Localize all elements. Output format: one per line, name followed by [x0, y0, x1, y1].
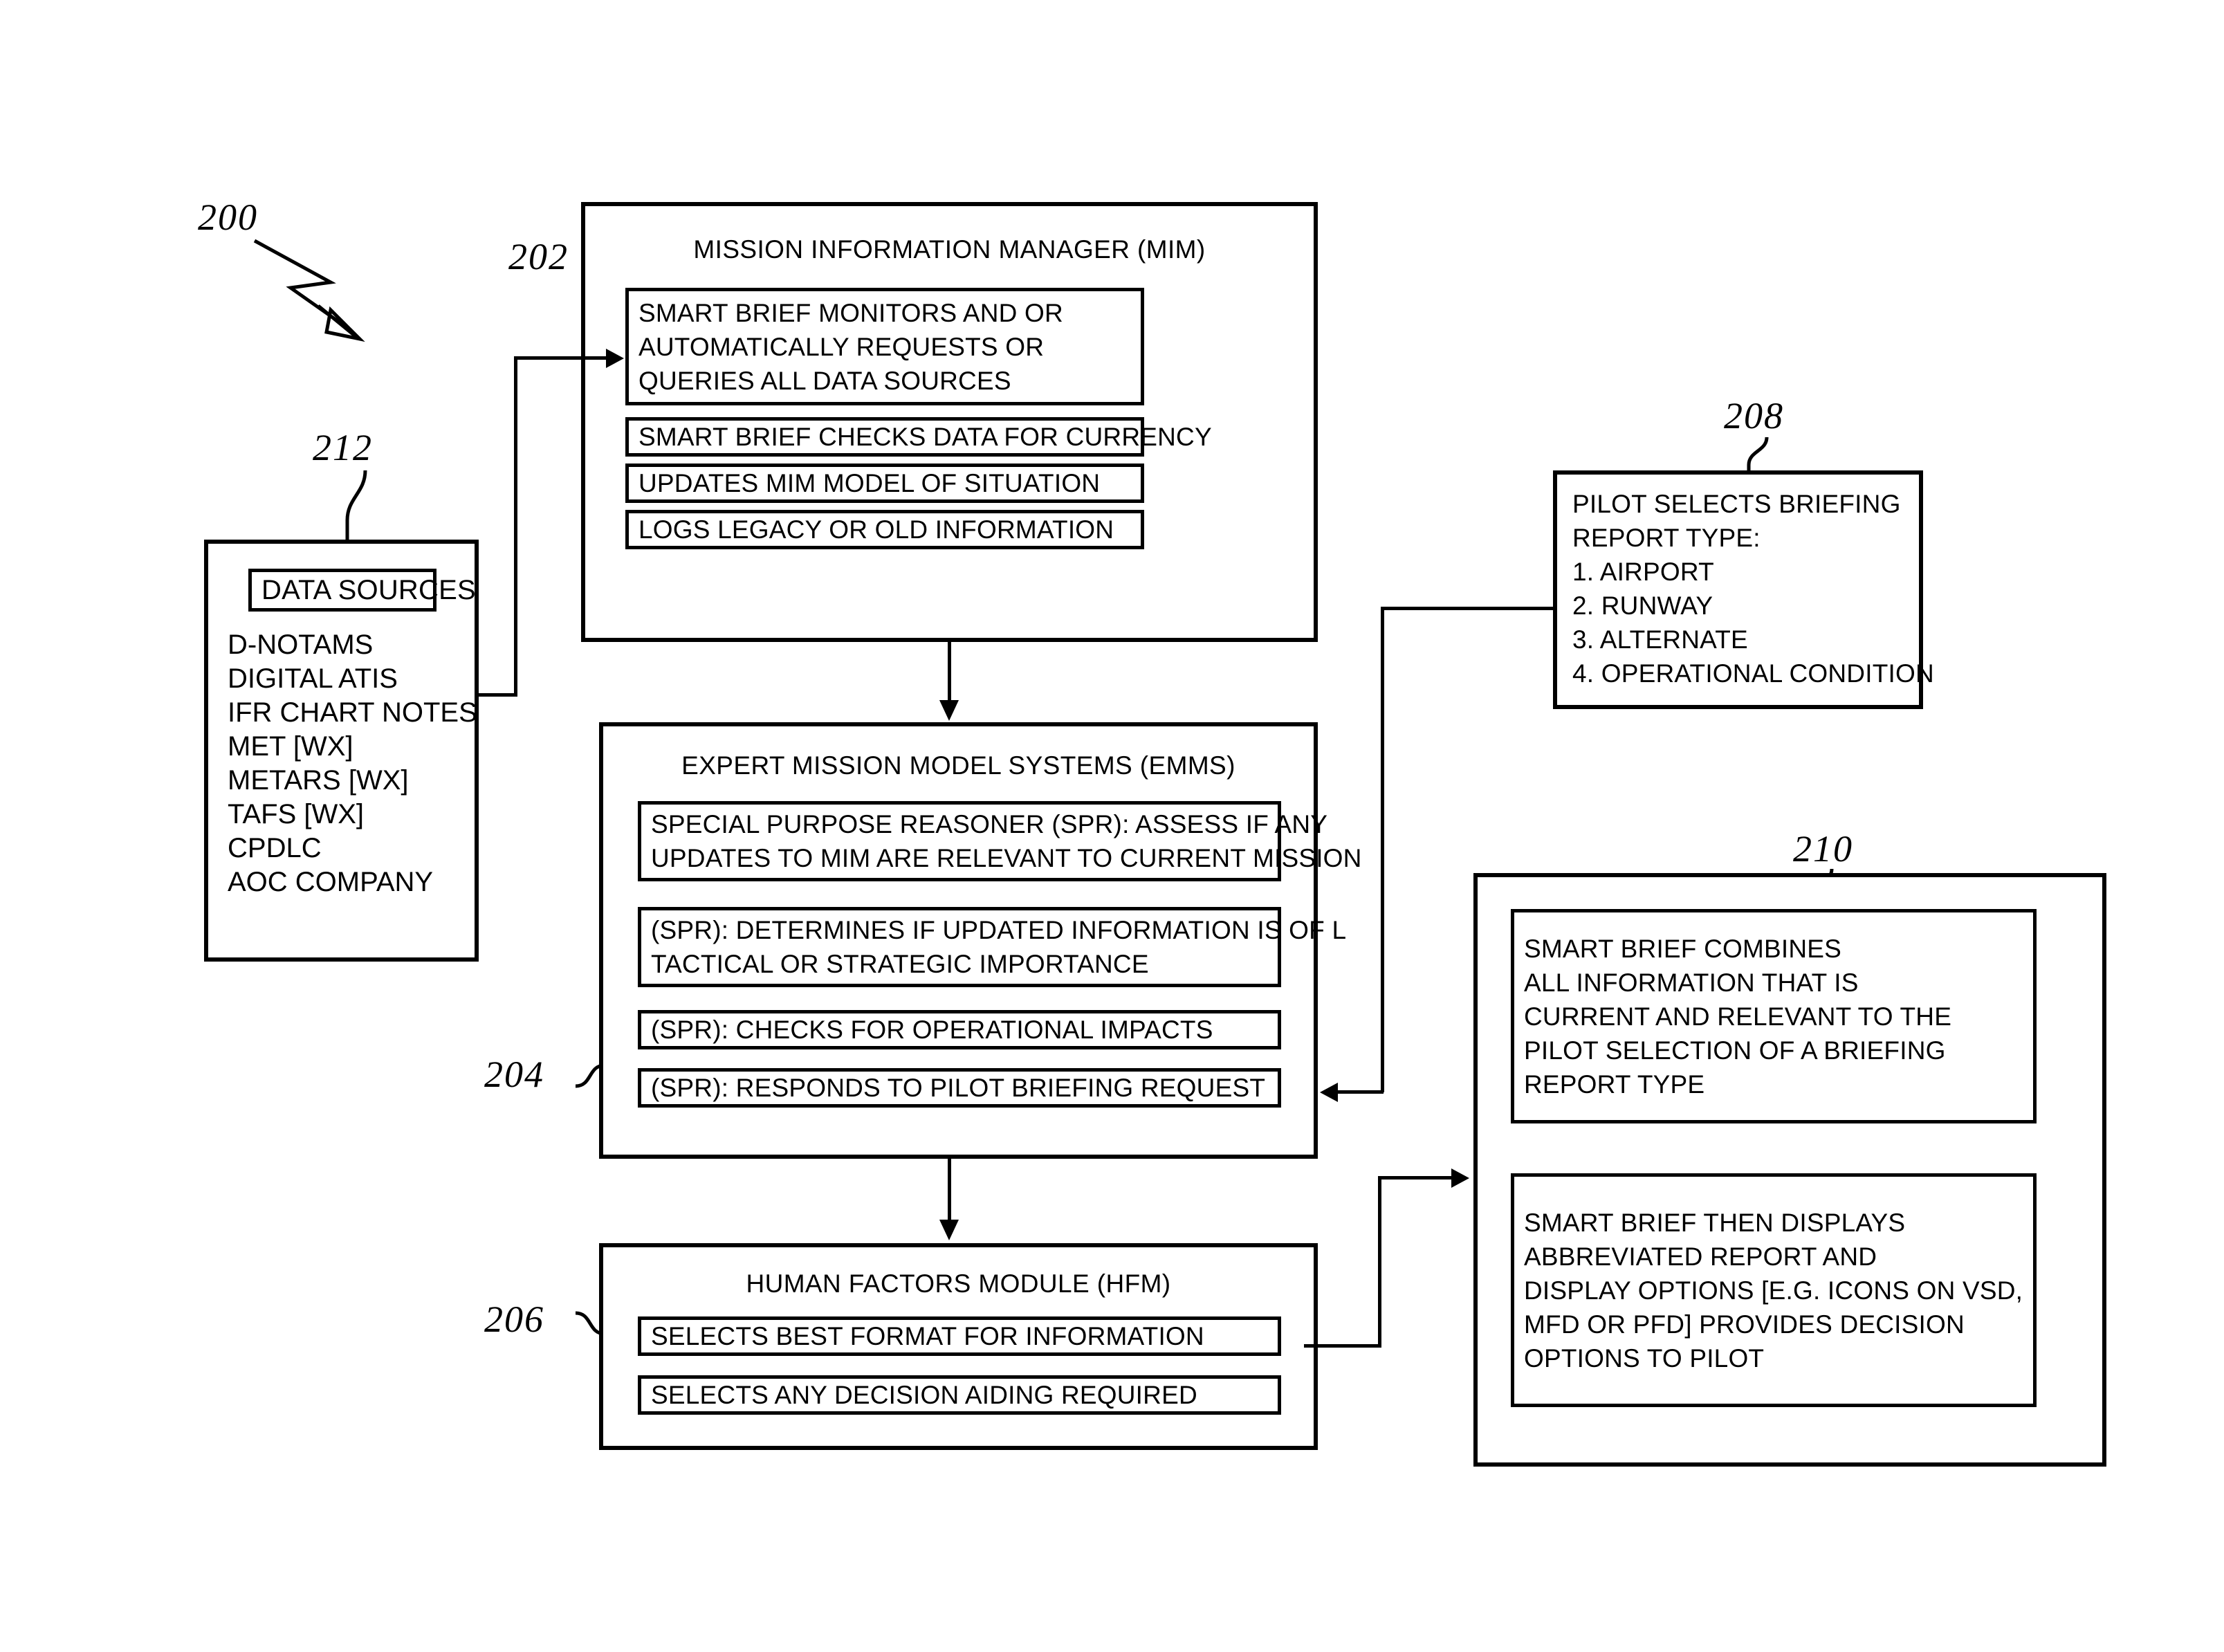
text-line: PILOT SELECTION OF A BRIEFING — [1524, 1036, 1946, 1065]
mim-step-2: SMART BRIEF CHECKS DATA FOR CURRENCY — [625, 417, 1212, 457]
text-line: SPECIAL PURPOSE REASONER (SPR): ASSESS I… — [651, 810, 1328, 838]
list-item: MET [WX] — [228, 731, 353, 762]
expert-mission-model-systems-box: EXPERT MISSION MODEL SYSTEMS (EMMS) SPEC… — [599, 722, 1361, 1159]
smart-brief-combines-text: SMART BRIEF COMBINES ALL INFORMATION THA… — [1514, 932, 2033, 1101]
mim-step-3: UPDATES MIM MODEL OF SITUATION — [625, 464, 1144, 503]
mim-step-4-text: LOGS LEGACY OR OLD INFORMATION — [638, 515, 1114, 544]
text-line: SMART BRIEF MONITORS AND OR — [638, 298, 1063, 327]
list-item: METARS [WX] — [228, 765, 409, 796]
list-item: CPDLC — [228, 833, 322, 863]
connector-mim-to-emms — [948, 642, 951, 703]
emms-step-3-text: (SPR): CHECKS FOR OPERATIONAL IMPACTS — [651, 1016, 1213, 1044]
connector-hfm-to-smartbrief-seg1 — [1304, 1344, 1381, 1348]
pilot-select-text: PILOT SELECTS BRIEFING REPORT TYPE: 1. A… — [1572, 487, 1934, 690]
emms-title: EXPERT MISSION MODEL SYSTEMS (EMMS) — [681, 751, 1235, 780]
text-line: PILOT SELECTS BRIEFING — [1572, 490, 1901, 518]
connector-hfm-to-smartbrief-seg2 — [1378, 1176, 1381, 1348]
mim-step-1: SMART BRIEF MONITORS AND OR AUTOMATICALL… — [625, 288, 1144, 405]
list-item: IFR CHART NOTES — [228, 697, 477, 728]
hfm-step-1-text: SELECTS BEST FORMAT FOR INFORMATION — [651, 1322, 1204, 1350]
text-line: (SPR): DETERMINES IF UPDATED INFORMATION… — [651, 916, 1347, 944]
text-line: ALL INFORMATION THAT IS — [1524, 968, 1859, 997]
ref-numeral-206: 206 — [484, 1298, 544, 1340]
text-line: OPTIONS TO PILOT — [1524, 1343, 1765, 1373]
text-line: QUERIES ALL DATA SOURCES — [638, 366, 1011, 395]
text-line: UPDATES TO MIM ARE RELEVANT TO CURRENT M… — [651, 844, 1362, 872]
emms-step-2: (SPR): DETERMINES IF UPDATED INFORMATION… — [638, 907, 1346, 987]
mission-information-manager-box: MISSION INFORMATION MANAGER (MIM) SMART … — [581, 202, 1318, 642]
text-line: SMART BRIEF THEN DISPLAYS — [1524, 1208, 1906, 1237]
connector-pilotselect-to-emms-seg3 — [1335, 1090, 1384, 1094]
arrow-emms-to-hfm — [939, 1220, 959, 1240]
arrow-hfm-to-smartbrief — [1451, 1168, 1469, 1188]
emms-step-4-text: (SPR): RESPONDS TO PILOT BRIEFING REQUES… — [651, 1074, 1266, 1102]
connector-pilotselect-to-emms-seg1 — [1381, 607, 1555, 610]
ref-numeral-208: 208 — [1724, 395, 1784, 437]
leader-line-212 — [345, 470, 367, 541]
pilot-selects-briefing-box: PILOT SELECTS BRIEFING REPORT TYPE: 1. A… — [1553, 470, 1934, 709]
arrow-datasources-to-mim — [606, 349, 624, 368]
mim-step-1-text: SMART BRIEF MONITORS AND OR AUTOMATICALL… — [629, 296, 1141, 398]
text-line: AUTOMATICALLY REQUESTS OR — [638, 332, 1045, 361]
data-sources-heading-box: DATA SOURCES — [248, 569, 476, 612]
text-line: CURRENT AND RELEVANT TO THE — [1524, 1002, 1952, 1031]
emms-step-1: SPECIAL PURPOSE REASONER (SPR): ASSESS I… — [638, 801, 1361, 881]
emms-step-3: (SPR): CHECKS FOR OPERATIONAL IMPACTS — [638, 1010, 1281, 1049]
text-line: TACTICAL OR STRATEGIC IMPORTANCE — [651, 950, 1149, 978]
human-factors-module-box: HUMAN FACTORS MODULE (HFM) SELECTS BEST … — [599, 1243, 1318, 1450]
text-line: 3. ALTERNATE — [1572, 625, 1748, 654]
list-item: TAFS [WX] — [228, 799, 365, 829]
text-line: 1. AIRPORT — [1572, 558, 1714, 586]
data-sources-list: D-NOTAMS DIGITAL ATIS IFR CHART NOTES ME… — [228, 628, 477, 899]
text-line: REPORT TYPE — [1524, 1070, 1705, 1099]
list-item: D-NOTAMS — [228, 630, 374, 660]
list-item: DIGITAL ATIS — [228, 663, 398, 694]
text-line: 2. RUNWAY — [1572, 591, 1713, 620]
mim-step-4: LOGS LEGACY OR OLD INFORMATION — [625, 510, 1144, 549]
smart-brief-displays-box: SMART BRIEF THEN DISPLAYS ABBREVIATED RE… — [1511, 1173, 2037, 1407]
text-line: 4. OPERATIONAL CONDITION — [1572, 659, 1934, 688]
connector-pilotselect-to-emms-seg2 — [1381, 607, 1384, 1092]
text-line: DISPLAY OPTIONS [E.G. ICONS ON VSD, — [1524, 1276, 2023, 1305]
data-sources-box: DATA SOURCES D-NOTAMS DIGITAL ATIS IFR C… — [204, 540, 479, 962]
emms-step-2-text: (SPR): DETERMINES IF UPDATED INFORMATION… — [641, 913, 1346, 981]
ref-numeral-210: 210 — [1793, 828, 1853, 870]
mim-title: MISSION INFORMATION MANAGER (MIM) — [693, 235, 1206, 264]
list-item: AOC COMPANY — [228, 867, 434, 897]
hfm-step-2: SELECTS ANY DECISION AIDING REQUIRED — [638, 1375, 1281, 1415]
mim-step-3-text: UPDATES MIM MODEL OF SITUATION — [638, 469, 1101, 497]
figure-lead-arrow — [253, 239, 365, 342]
text-line: MFD OR PFD] PROVIDES DECISION — [1524, 1310, 1965, 1339]
text-line: REPORT TYPE: — [1572, 524, 1761, 552]
smart-brief-output-box: SMART BRIEF COMBINES ALL INFORMATION THA… — [1473, 873, 2106, 1467]
arrow-pilotselect-to-emms — [1320, 1083, 1338, 1102]
smart-brief-displays-text: SMART BRIEF THEN DISPLAYS ABBREVIATED RE… — [1514, 1206, 2033, 1375]
data-sources-heading: DATA SOURCES — [261, 574, 476, 605]
connector-emms-to-hfm — [948, 1159, 951, 1221]
arrow-mim-to-emms — [939, 700, 959, 721]
connector-datasources-to-mim-seg2 — [514, 356, 517, 697]
text-line: ABBREVIATED REPORT AND — [1524, 1242, 1877, 1271]
ref-numeral-204: 204 — [484, 1054, 544, 1095]
text-line: SMART BRIEF COMBINES — [1524, 934, 1842, 963]
hfm-title: HUMAN FACTORS MODULE (HFM) — [746, 1269, 1171, 1298]
mim-step-2-text: SMART BRIEF CHECKS DATA FOR CURRENCY — [638, 423, 1212, 451]
figure-canvas: 200 212 DATA SOURCES D-NOTAMS DIGITAL AT… — [0, 0, 2224, 1652]
connector-datasources-to-mim-seg3 — [514, 356, 618, 360]
connector-datasources-to-mim-seg1 — [477, 693, 516, 697]
smart-brief-combines-box: SMART BRIEF COMBINES ALL INFORMATION THA… — [1511, 909, 2037, 1123]
hfm-step-1: SELECTS BEST FORMAT FOR INFORMATION — [638, 1316, 1281, 1356]
ref-numeral-202: 202 — [508, 236, 569, 277]
hfm-step-2-text: SELECTS ANY DECISION AIDING REQUIRED — [651, 1381, 1197, 1409]
connector-hfm-to-smartbrief-seg3 — [1378, 1176, 1455, 1180]
emms-step-1-text: SPECIAL PURPOSE REASONER (SPR): ASSESS I… — [641, 807, 1361, 875]
emms-step-4: (SPR): RESPONDS TO PILOT BRIEFING REQUES… — [638, 1068, 1281, 1108]
ref-numeral-212: 212 — [313, 427, 373, 468]
